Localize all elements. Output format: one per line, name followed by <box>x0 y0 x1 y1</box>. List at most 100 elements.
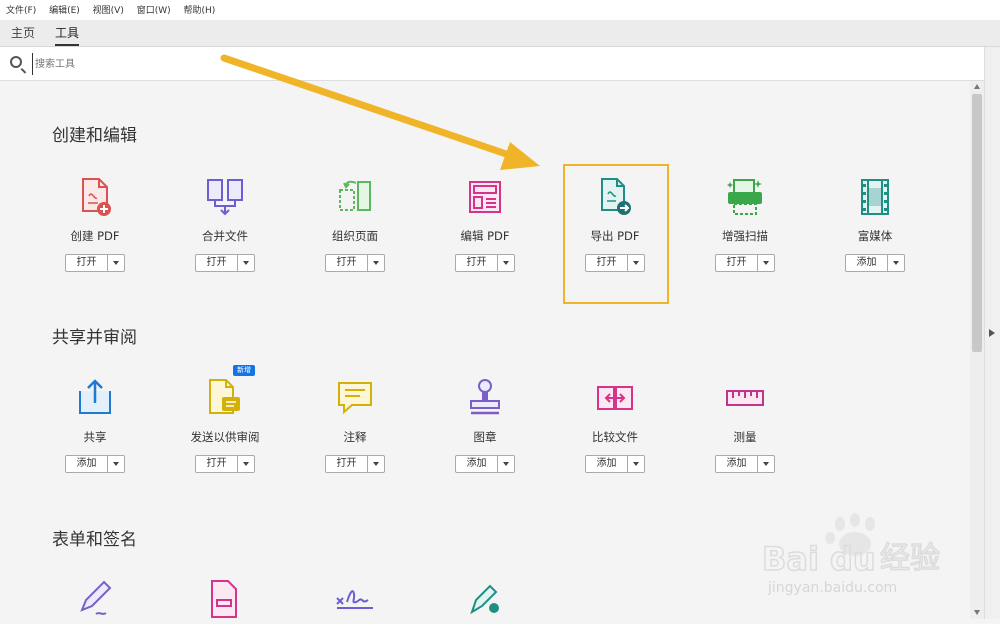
chevron-down-icon[interactable] <box>107 255 124 271</box>
svg-text:jingyan.baidu.com: jingyan.baidu.com <box>767 580 897 596</box>
button-label: 添加 <box>76 458 97 469</box>
open-button[interactable]: 打开 <box>325 455 385 473</box>
tab-bar: 主页 工具 <box>0 20 1000 47</box>
menu-edit[interactable]: 编辑(E) <box>49 6 80 16</box>
menu-file[interactable]: 文件(F) <box>6 6 36 16</box>
tool-label: 发送以供审阅 <box>190 430 260 444</box>
rich-media-icon <box>854 176 896 218</box>
tool-prepare-form[interactable] <box>165 578 285 620</box>
search-input[interactable] <box>32 53 437 75</box>
tool-label: 测量 <box>733 430 757 444</box>
tool-create-pdf[interactable]: 创建 PDF 打开 <box>35 176 155 272</box>
button-label: 添加 <box>726 458 747 469</box>
vertical-scrollbar[interactable] <box>970 81 984 619</box>
create-pdf-icon <box>74 176 116 218</box>
tool-label: 比较文件 <box>592 430 638 444</box>
prepare-form-icon <box>204 578 246 620</box>
open-button[interactable]: 打开 <box>195 455 255 473</box>
send-review-icon <box>204 377 246 419</box>
chevron-down-icon[interactable] <box>497 255 514 271</box>
menu-bar: 文件(F) 编辑(E) 视图(V) 窗口(W) 帮助(H) <box>0 0 1000 20</box>
open-button[interactable]: 打开 <box>455 254 515 272</box>
open-button[interactable]: 打开 <box>325 254 385 272</box>
tool-label: 图章 <box>473 430 497 444</box>
add-button[interactable]: 添加 <box>65 455 125 473</box>
measure-icon <box>724 377 766 419</box>
button-label: 添加 <box>466 458 487 469</box>
scroll-up-icon[interactable] <box>974 84 980 89</box>
button-label: 打开 <box>466 257 487 268</box>
tool-signature[interactable] <box>295 578 415 620</box>
tool-label: 编辑 PDF <box>460 229 510 243</box>
menu-help[interactable]: 帮助(H) <box>184 6 216 16</box>
open-button[interactable]: 打开 <box>65 254 125 272</box>
add-button[interactable]: 添加 <box>715 455 775 473</box>
tool-measure[interactable]: 测量 添加 <box>685 377 805 473</box>
chevron-down-icon[interactable] <box>627 456 644 472</box>
tool-rich-media[interactable]: 富媒体 添加 <box>815 176 935 272</box>
organize-pages-icon <box>334 176 376 218</box>
tool-share[interactable]: 共享 添加 <box>35 377 155 473</box>
tool-label: 富媒体 <box>857 229 893 243</box>
svg-text:经验: 经验 <box>880 541 940 576</box>
new-badge: 新增 <box>233 365 255 376</box>
tool-comment[interactable]: 注释 打开 <box>295 377 415 473</box>
button-label: 打开 <box>76 257 97 268</box>
chevron-down-icon[interactable] <box>237 456 254 472</box>
tab-home[interactable]: 主页 <box>11 20 35 46</box>
tool-certificate[interactable] <box>425 578 545 620</box>
chevron-down-icon[interactable] <box>757 255 774 271</box>
button-label: 打开 <box>336 257 357 268</box>
tool-stamp[interactable]: 图章 添加 <box>425 377 545 473</box>
add-button[interactable]: 添加 <box>845 254 905 272</box>
open-button[interactable]: 打开 <box>715 254 775 272</box>
tool-label: 组织页面 <box>332 229 378 243</box>
chevron-down-icon[interactable] <box>757 456 774 472</box>
tool-send-review[interactable]: 发送以供审阅 打开 <box>165 377 285 473</box>
certificate-icon <box>464 578 506 620</box>
svg-text:Bai: Bai <box>762 540 819 578</box>
tool-organize-pages[interactable]: 组织页面 打开 <box>295 176 415 272</box>
combine-files-icon <box>204 176 246 218</box>
chevron-down-icon[interactable] <box>237 255 254 271</box>
button-label: 打开 <box>726 257 747 268</box>
tab-tools[interactable]: 工具 <box>55 20 80 46</box>
chevron-down-icon[interactable] <box>107 456 124 472</box>
tool-label: 共享 <box>83 430 107 444</box>
fill-sign-icon <box>74 578 116 620</box>
chevron-down-icon[interactable] <box>367 456 384 472</box>
scroll-thumb[interactable] <box>972 94 982 352</box>
highlight-box <box>563 164 669 304</box>
chevron-down-icon[interactable] <box>887 255 904 271</box>
baidu-watermark: Bai du 经验 jingyan.baidu.com <box>760 512 960 602</box>
tool-edit-pdf[interactable]: 编辑 PDF 打开 <box>425 176 545 272</box>
chevron-down-icon[interactable] <box>497 456 514 472</box>
section-title-share-review: 共享并审阅 <box>52 328 137 348</box>
svg-text:du: du <box>830 540 876 578</box>
add-button[interactable]: 添加 <box>455 455 515 473</box>
tool-enhance-scan[interactable]: 增强扫描 打开 <box>685 176 805 272</box>
tool-label: 注释 <box>343 430 367 444</box>
tool-fill-sign[interactable] <box>35 578 155 620</box>
edit-pdf-icon <box>464 176 506 218</box>
button-label: 添加 <box>856 257 877 268</box>
stamp-icon <box>464 377 506 419</box>
section-title-forms-sign: 表单和签名 <box>52 530 137 550</box>
tool-compare-files[interactable]: 比较文件 添加 <box>555 377 675 473</box>
open-button[interactable]: 打开 <box>195 254 255 272</box>
menu-window[interactable]: 窗口(W) <box>137 6 171 16</box>
comment-icon <box>334 377 376 419</box>
scroll-down-icon[interactable] <box>974 610 980 615</box>
tool-label: 增强扫描 <box>722 229 768 243</box>
button-label: 打开 <box>336 458 357 469</box>
tool-label: 合并文件 <box>202 229 248 243</box>
tool-combine-files[interactable]: 合并文件 打开 <box>165 176 285 272</box>
search-icon <box>10 56 22 68</box>
expand-panel-icon[interactable] <box>989 329 995 337</box>
button-label: 打开 <box>206 458 227 469</box>
menu-view[interactable]: 视图(V) <box>93 6 124 16</box>
add-button[interactable]: 添加 <box>585 455 645 473</box>
tool-label: 创建 PDF <box>70 229 120 243</box>
right-panel-collapsed <box>984 47 1000 619</box>
chevron-down-icon[interactable] <box>367 255 384 271</box>
